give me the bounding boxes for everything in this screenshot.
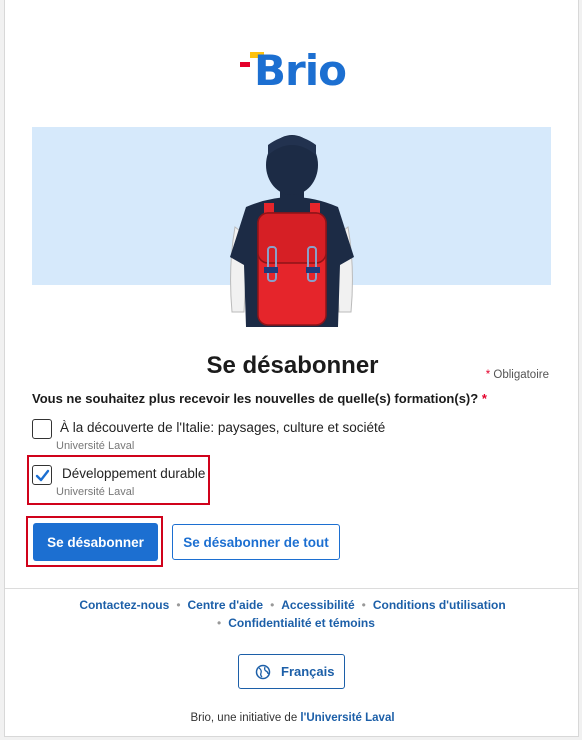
language-button[interactable]: Français [238, 654, 345, 689]
footer-link-terms[interactable]: Conditions d'utilisation [373, 598, 506, 612]
footer-links-row-2: • Confidentialité et témoins [217, 616, 375, 630]
footer-divider [5, 588, 578, 589]
course-institution: Université Laval [56, 486, 135, 498]
unsubscribe-card: Brio Se désabonner * Obligatoire Vous ne… [4, 0, 579, 737]
credit-link-universite-laval[interactable]: l'Université Laval [300, 712, 394, 724]
footer-link-accessibility[interactable]: Accessibilité [281, 598, 354, 612]
course-checkbox-italie[interactable] [32, 419, 52, 439]
course-title: Développement durable [62, 466, 206, 481]
footer-link-privacy[interactable]: Confidentialité et témoins [228, 616, 375, 630]
footer-links-row-1: Contactez-nous • Centre d'aide • Accessibili… [79, 598, 506, 612]
question-label: Vous ne souhaitez plus recevoir les nouv… [32, 391, 487, 406]
check-icon [35, 469, 50, 482]
footer-link-help[interactable]: Centre d'aide [188, 598, 264, 612]
hero-illustration [32, 127, 551, 327]
course-title: À la découverte de l'Italie: paysages, c… [60, 420, 386, 435]
globe-icon [255, 664, 271, 680]
language-label: Français [281, 664, 335, 679]
brio-logo: Brio [240, 46, 352, 95]
unsubscribe-button[interactable]: Se désabonner [33, 523, 158, 561]
course-checkbox-developpement-durable[interactable] [32, 465, 52, 485]
course-institution: Université Laval [56, 440, 135, 452]
footer-link-contact[interactable]: Contactez-nous [79, 598, 169, 612]
required-note: * Obligatoire [485, 369, 549, 381]
credit-line: Brio, une initiative de l'Université Lav… [190, 712, 395, 724]
unsubscribe-all-button[interactable]: Se désabonner de tout [172, 524, 340, 560]
